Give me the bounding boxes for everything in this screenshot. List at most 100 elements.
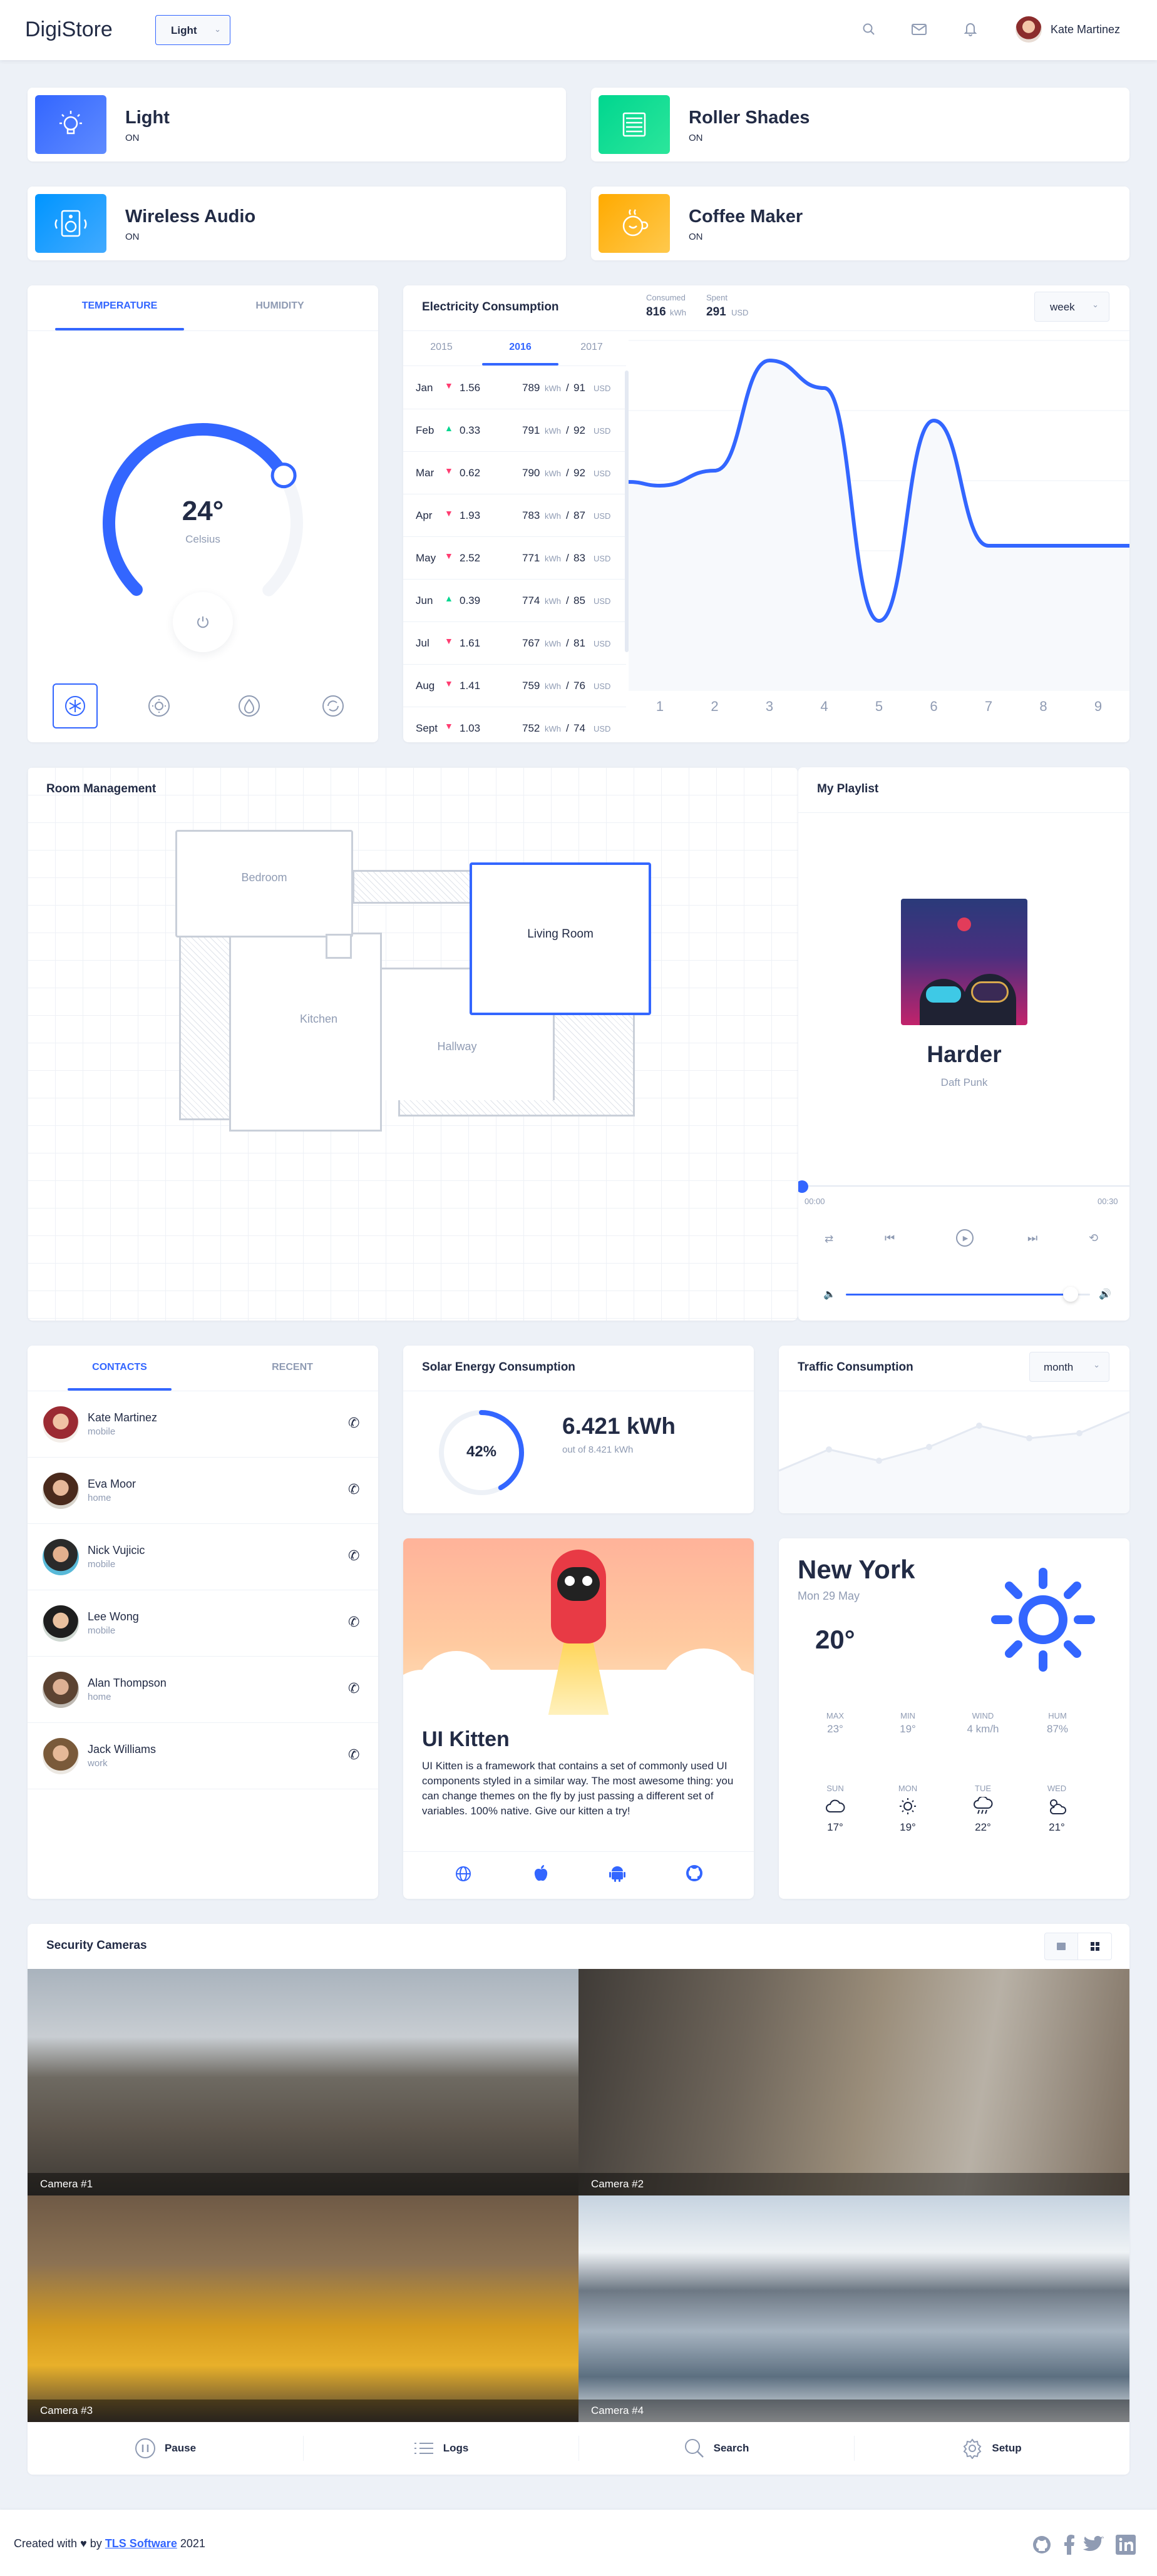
github-icon[interactable] [685, 1864, 704, 1883]
stat-value: 19° [900, 1723, 916, 1735]
power-button[interactable] [173, 592, 233, 652]
camera-feed-1[interactable]: Camera #1 [28, 1969, 578, 2195]
footer-company-link[interactable]: TLS Software [105, 2537, 177, 2550]
avatar [43, 1605, 79, 1642]
card-title: Traffic Consumption [798, 1361, 913, 1374]
temperature-value: 24° [182, 496, 224, 526]
progress-track[interactable] [798, 1185, 1129, 1187]
phone-icon[interactable]: ✆ [348, 1747, 359, 1763]
phone-icon[interactable]: ✆ [348, 1680, 359, 1697]
weather-temp: 20° [815, 1625, 855, 1654]
mode-button-cool[interactable] [53, 683, 98, 728]
weather-date: Mon 29 May [798, 1590, 860, 1602]
table-row[interactable]: Jun ▲ 0.39 774 kWh/85 USD [403, 580, 626, 622]
row-month: Jul [416, 637, 429, 649]
table-row[interactable]: Jan ▼ 1.56 789 kWh/91 USD [403, 367, 626, 409]
bell-icon[interactable] [963, 21, 978, 37]
row-usd-unit: USD [594, 724, 611, 733]
android-icon[interactable] [609, 1864, 626, 1883]
table-row[interactable]: Jul ▼ 1.61 767 kWh/81 USD [403, 622, 626, 665]
phone-icon[interactable]: ✆ [348, 1481, 359, 1498]
list-item[interactable]: Nick Vujicic mobile ✆ [28, 1524, 378, 1590]
room-kitchen[interactable] [229, 933, 382, 1132]
list-item[interactable]: Jack Williams work ✆ [28, 1723, 378, 1789]
volume-track[interactable] [846, 1287, 1090, 1302]
table-row[interactable]: Aug ▼ 1.41 759 kWh/76 USD [403, 665, 626, 707]
camera-feed-3[interactable]: Camera #3 [28, 2195, 578, 2422]
github-icon[interactable] [1032, 2535, 1052, 2555]
user-avatar[interactable] [1016, 16, 1042, 43]
previous-icon[interactable]: ⏮ [885, 1232, 895, 1245]
progress-handle[interactable] [798, 1180, 808, 1193]
table-row[interactable]: May ▼ 2.52 771 kWh/83 USD [403, 537, 626, 580]
status-card-title: Coffee Maker [689, 207, 803, 227]
chart-x-tick-label: 3 [766, 698, 773, 714]
tab-temperature[interactable]: TEMPERATURE [55, 300, 184, 312]
camera-feed-2[interactable]: Camera #2 [578, 1969, 1129, 2195]
status-card-wireless-audio[interactable]: Wireless Audio ON [28, 187, 566, 260]
status-card-light[interactable]: Light ON [28, 88, 566, 161]
camera-action-search[interactable]: Search [578, 2422, 854, 2475]
status-card-roller-shades[interactable]: Roller Shades ON [591, 88, 1129, 161]
power-icon [197, 616, 208, 628]
forecast-temp: 19° [900, 1821, 916, 1833]
repeat-icon[interactable]: ⟲ [1089, 1232, 1098, 1245]
volume-down-icon[interactable]: 🔈 [823, 1288, 836, 1301]
list-icon [414, 2443, 433, 2454]
grid-view-button[interactable] [1078, 1933, 1112, 1960]
table-row[interactable]: Sept ▼ 1.03 752 kWh/74 USD [403, 707, 626, 742]
mode-button-heat[interactable] [136, 683, 182, 728]
year-tab-2015[interactable]: 2015 [413, 342, 470, 353]
mode-button-cycle[interactable] [311, 683, 356, 728]
camera-action-logs[interactable]: Logs [303, 2422, 578, 2475]
mode-button-dry[interactable] [227, 683, 272, 728]
traffic-period-select[interactable]: month ⌄ [1029, 1352, 1109, 1382]
shuffle-icon[interactable]: ⇄ [825, 1233, 833, 1245]
play-button[interactable]: ▶ [956, 1229, 974, 1247]
theme-select[interactable]: Light ⌄ [155, 15, 230, 45]
apple-icon[interactable] [532, 1864, 550, 1883]
mail-icon[interactable] [911, 23, 927, 36]
volume-handle[interactable] [1062, 1287, 1078, 1302]
table-row[interactable]: Feb ▲ 0.33 791 kWh/92 USD [403, 409, 626, 452]
camera-feed-4[interactable]: Camera #4 [578, 2195, 1129, 2422]
linkedin-icon[interactable] [1116, 2535, 1136, 2555]
tab-recent[interactable]: RECENT [240, 1362, 344, 1373]
volume-up-icon[interactable]: 🔊 [1099, 1288, 1111, 1301]
table-row[interactable]: Mar ▼ 0.62 790 kWh/92 USD [403, 452, 626, 494]
globe-icon[interactable] [455, 1865, 472, 1883]
sun-icon [991, 1568, 1095, 1672]
list-item[interactable]: Kate Martinez mobile ✆ [28, 1391, 378, 1458]
brand-logo[interactable]: DigiStore [25, 18, 113, 42]
card-title: Electricity Consumption [422, 300, 559, 314]
twitter-icon[interactable] [1083, 2536, 1104, 2553]
status-card-title: Light [125, 108, 170, 128]
phone-icon[interactable]: ✆ [348, 1614, 359, 1630]
camera-action-pause[interactable]: Pause [28, 2422, 303, 2475]
year-tab-2016[interactable]: 2016 [482, 342, 558, 353]
search-icon[interactable] [862, 23, 876, 36]
list-item[interactable]: Lee Wong mobile ✆ [28, 1590, 378, 1657]
chart-x-tick-label: 2 [711, 698, 718, 714]
phone-icon[interactable]: ✆ [348, 1415, 359, 1431]
status-card-state: ON [125, 232, 140, 242]
facebook-icon[interactable] [1063, 2535, 1076, 2555]
camera-action-setup[interactable]: Setup [854, 2422, 1129, 2475]
user-name[interactable]: Kate Martinez [1051, 23, 1120, 36]
year-tab-2017[interactable]: 2017 [563, 342, 620, 353]
table-row[interactable]: Apr ▼ 1.93 783 kWh/87 USD [403, 494, 626, 537]
list-item[interactable]: Eva Moor home ✆ [28, 1458, 378, 1524]
single-view-button[interactable] [1044, 1933, 1078, 1960]
action-label: Search [713, 2442, 749, 2454]
camera-label: Camera #2 [578, 2173, 1129, 2195]
chart-x-tick-label: 6 [930, 698, 937, 714]
period-select[interactable]: week ⌄ [1034, 292, 1109, 322]
spent-unit: USD [731, 308, 749, 317]
tab-humidity[interactable]: HUMIDITY [215, 300, 344, 312]
row-usd-unit: USD [594, 511, 611, 521]
phone-icon[interactable]: ✆ [348, 1548, 359, 1564]
list-item[interactable]: Alan Thompson home ✆ [28, 1657, 378, 1723]
tab-contacts[interactable]: CONTACTS [68, 1362, 172, 1373]
status-card-coffee-maker[interactable]: Coffee Maker ON [591, 187, 1129, 260]
next-icon[interactable]: ⏭ [1027, 1232, 1037, 1245]
